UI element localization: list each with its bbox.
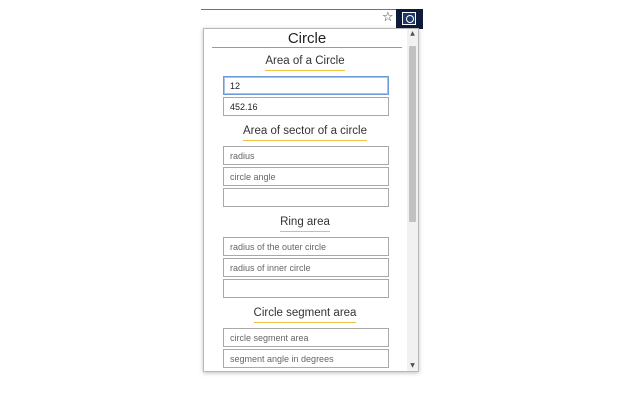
circle-radius-input[interactable] [223,76,389,95]
scroll-up-arrow-icon[interactable]: ▲ [407,29,418,39]
popup-content: Circle Area of a Circle Area of sector o… [204,29,406,371]
section-title-circle-area: Area of a Circle [204,54,406,71]
extension-popup: Circle Area of a Circle Area of sector o… [203,28,419,372]
browser-toolbar: ☆ [201,9,423,28]
bookmark-star-icon[interactable]: ☆ [382,11,396,25]
popup-scrollbar[interactable]: ▲ ▼ [407,29,418,371]
scrollbar-thumb[interactable] [409,46,416,222]
ring-inner-radius-input[interactable] [223,258,389,277]
ring-area-result-field[interactable] [223,279,389,298]
popup-title: Circle [212,30,402,48]
sector-radius-input[interactable] [223,146,389,165]
extension-button[interactable] [396,9,423,29]
section-title-segment-area: Circle segment area [204,306,406,323]
section-title-sector-area: Area of sector of a circle [204,124,406,141]
sector-angle-input[interactable] [223,167,389,186]
section-title-ring-area: Ring area [204,215,406,232]
segment-area-input[interactable] [223,328,389,347]
circle-area-result-field[interactable] [223,97,389,116]
segment-angle-input[interactable] [223,349,389,368]
scroll-down-arrow-icon[interactable]: ▼ [407,361,418,371]
calculator-extension-icon [402,12,416,25]
ring-outer-radius-input[interactable] [223,237,389,256]
sector-area-result-field[interactable] [223,188,389,207]
